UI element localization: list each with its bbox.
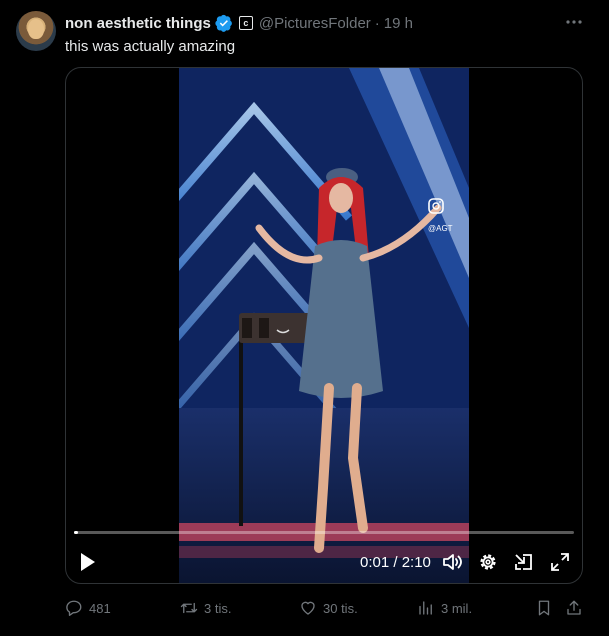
volume-button[interactable] [442, 552, 462, 572]
views-icon [419, 601, 432, 615]
views-count: 3 mil. [441, 600, 473, 616]
reply-button[interactable]: 481 [65, 598, 111, 618]
video-player[interactable]: @AGT 0:01 / 2:10 [65, 67, 583, 584]
like-button[interactable]: 30 tis. [299, 598, 358, 618]
play-icon [81, 553, 95, 571]
like-icon [301, 601, 315, 615]
fullscreen-icon [551, 553, 569, 571]
author-handle[interactable]: @PicturesFolder [259, 15, 371, 32]
video-timecode: 0:01 / 2:10 [360, 554, 431, 571]
pip-button[interactable] [514, 552, 534, 572]
progress-fill [74, 531, 78, 534]
views-button[interactable]: 3 mil. [417, 598, 472, 618]
separator-dot: · [374, 14, 380, 32]
tweet-header: non aesthetic things c @PicturesFolder ·… [65, 13, 413, 33]
avatar-face [28, 19, 44, 39]
more-icon[interactable] [564, 14, 584, 30]
share-button[interactable] [565, 598, 589, 618]
progress-bar[interactable] [74, 531, 574, 534]
retweet-button[interactable]: 3 tis. [180, 598, 231, 618]
author-name[interactable]: non aesthetic things [65, 15, 211, 32]
bookmark-button[interactable] [535, 598, 559, 618]
tweet-actions: 481 3 tis. 30 tis. 3 mil. [65, 598, 585, 618]
like-count: 30 tis. [323, 600, 358, 616]
retweet-count: 3 tis. [204, 600, 232, 616]
tweet-text: this was actually amazing [65, 38, 236, 55]
play-button[interactable] [78, 552, 98, 572]
reply-count: 481 [89, 600, 111, 616]
pip-icon [515, 554, 532, 570]
fullscreen-button[interactable] [550, 552, 570, 572]
settings-icon [480, 554, 496, 570]
timestamp[interactable]: 19 h [384, 15, 413, 32]
verified-icon [215, 14, 232, 32]
video-watermark: @AGT [428, 224, 453, 233]
share-icon [567, 600, 581, 615]
affiliate-badge: c [238, 16, 253, 30]
tweet[interactable]: non aesthetic things c @PicturesFolder ·… [0, 0, 609, 636]
avatar[interactable] [16, 11, 56, 51]
video-scene [179, 68, 469, 583]
volume-icon [443, 554, 462, 570]
reply-icon [66, 600, 82, 616]
settings-button[interactable] [478, 552, 498, 572]
video-frame[interactable]: @AGT [179, 68, 469, 583]
retweet-icon [180, 602, 198, 614]
bookmark-icon [538, 600, 550, 616]
